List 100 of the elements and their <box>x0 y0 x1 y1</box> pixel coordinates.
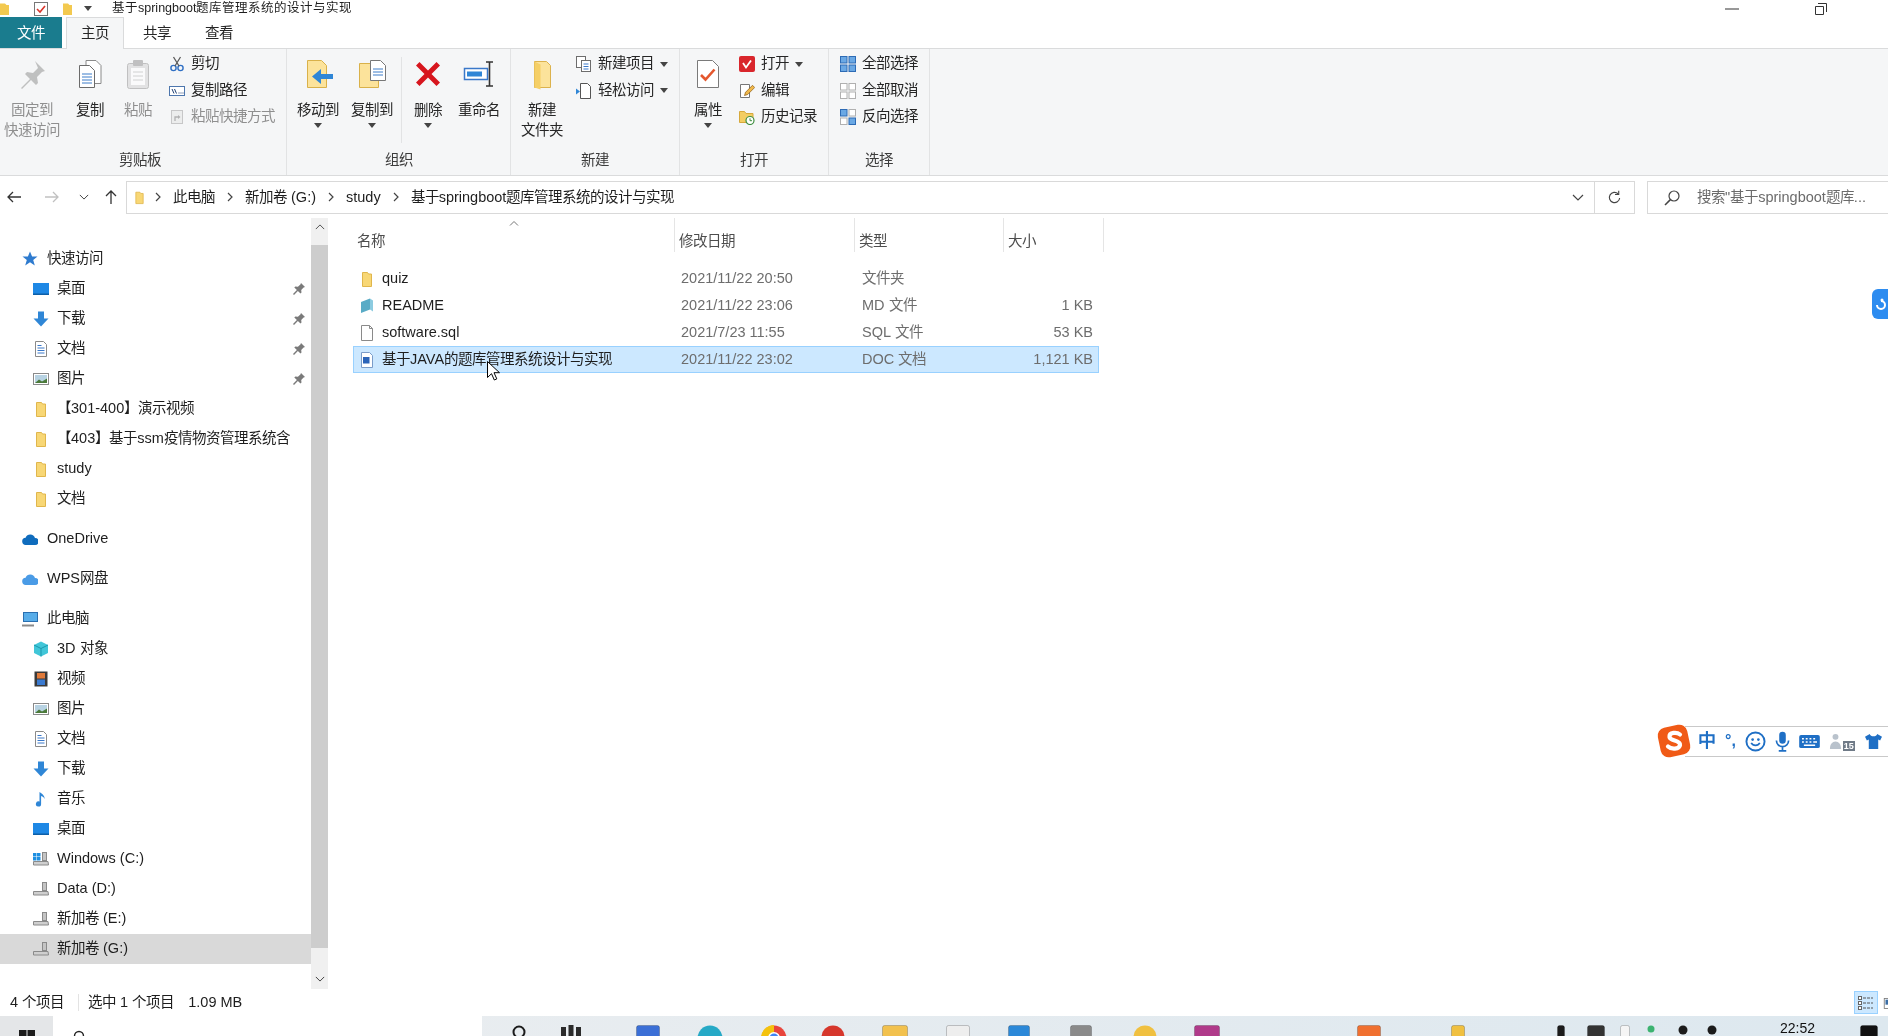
document-icon <box>359 324 375 341</box>
taskbar-app-icon[interactable] <box>761 1025 787 1036</box>
search-field[interactable]: 搜索"基于springboot题库... <box>1647 180 1888 214</box>
tray-icon[interactable] <box>1707 1025 1717 1036</box>
easy-access-button[interactable]: 轻松访问 <box>571 77 673 104</box>
file-row[interactable]: 基于JAVA的题库管理系统设计与实现 2021/11/22 23:02 DOC 文档 1,121 KB <box>353 346 1099 373</box>
taskbar-app-icon[interactable] <box>636 1025 660 1036</box>
edit-button[interactable]: 编辑 <box>734 77 822 104</box>
sidebar-item[interactable]: 图片 <box>0 364 311 394</box>
sidebar-item[interactable]: 快速访问 <box>0 244 311 274</box>
window-title: 基于springboot题库管理系统的设计与实现 <box>112 0 353 17</box>
start-button[interactable] <box>0 1016 53 1036</box>
refresh-button[interactable] <box>1595 180 1635 214</box>
sidebar-item[interactable]: 桌面 <box>0 814 311 844</box>
cut-button[interactable]: 剪切 <box>164 51 280 78</box>
copy-path-button[interactable]: 复制路径 <box>164 77 280 104</box>
folder-icon <box>133 189 146 205</box>
picture-icon <box>33 371 49 387</box>
sidebar-item[interactable]: 文档 <box>0 484 311 514</box>
drive-icon <box>33 881 49 897</box>
sidebar-item[interactable]: 【403】基于ssm疫情物资管理系统含 <box>0 424 311 454</box>
select-all-button[interactable]: 全部选择 <box>835 51 923 78</box>
minimize-icon[interactable] <box>1725 7 1739 10</box>
properties-button[interactable]: 属性 <box>686 50 730 147</box>
restore-icon[interactable] <box>1815 2 1827 15</box>
file-row[interactable]: README 2021/11/22 23:06 MD 文件 1 KB <box>353 292 1099 319</box>
new-folder-button[interactable]: 新建 文件夹 <box>517 50 567 147</box>
file-row[interactable]: quiz 2021/11/22 20:50 文件夹 <box>353 265 1099 292</box>
notebook-icon <box>359 297 375 314</box>
taskbar-app-icon[interactable] <box>697 1025 723 1036</box>
ribbon-tab[interactable]: 主页 <box>66 17 124 49</box>
computer-icon <box>22 611 38 627</box>
open-button[interactable]: 打开 <box>734 51 822 78</box>
history-button[interactable]: 历史记录 <box>734 104 822 131</box>
sidebar-item[interactable]: 新加卷 (G:) <box>0 934 311 964</box>
sidebar-item[interactable]: 此电脑 <box>0 604 311 634</box>
sidebar-item[interactable]: 桌面 <box>0 274 311 304</box>
sidebar-item[interactable]: 下载 <box>0 754 311 784</box>
taskbar-app-icon[interactable] <box>1008 1025 1030 1036</box>
input-mode-toggle[interactable]: 中 <box>1698 730 1716 752</box>
sidebar-item[interactable]: WPS网盘 <box>0 564 311 594</box>
copy-button[interactable]: 复制 <box>68 50 112 147</box>
clock[interactable]: 22:52 <box>1780 1016 1816 1036</box>
breadcrumb-item[interactable]: 新加卷 (G:) <box>242 187 319 207</box>
column-header[interactable]: 名称 <box>353 218 675 252</box>
file-row[interactable]: software.sql 2021/7/23 11:55 SQL 文件 53 KB <box>353 319 1099 346</box>
select-none-button[interactable]: 全部取消 <box>835 77 923 104</box>
sidebar-item[interactable]: Windows (C:) <box>0 844 311 874</box>
sidebar-item[interactable]: 3D 对象 <box>0 634 311 664</box>
selection-count: 选中 1 个项目 <box>88 992 175 1012</box>
invert-selection-button[interactable]: 反向选择 <box>835 104 923 131</box>
move-to-button[interactable]: 移动到 <box>293 50 343 147</box>
column-header[interactable]: 大小 <box>1004 218 1104 252</box>
checkbox-icon[interactable] <box>34 1 48 16</box>
sidebar-item[interactable]: 文档 <box>0 334 311 364</box>
tray-icon[interactable] <box>1587 1025 1605 1036</box>
caret-icon[interactable] <box>84 6 92 11</box>
delete-button[interactable]: 删除 <box>406 50 450 147</box>
column-header[interactable]: 修改日期 <box>675 218 855 252</box>
column-header[interactable]: 类型 <box>855 218 1004 252</box>
taskbar-app-icon[interactable] <box>1194 1025 1220 1036</box>
sidebar-item[interactable]: OneDrive <box>0 524 311 554</box>
copy-to-button[interactable]: 复制到 <box>347 50 397 147</box>
new-item-button[interactable]: 新建项目 <box>571 51 673 78</box>
sidebar-item[interactable]: 文档 <box>0 724 311 754</box>
ribbon-tab[interactable]: 共享 <box>128 17 186 49</box>
modified-date: 2021/11/22 23:06 <box>681 296 793 313</box>
breadcrumb-item[interactable]: 此电脑 <box>170 187 218 207</box>
file-menu-tab[interactable]: 文件 <box>0 17 62 48</box>
address-bar[interactable]: 此电脑 新加卷 (G:) study 基于springboot题库管理系统的设计与实现 <box>126 180 1595 214</box>
shirt-icon[interactable] <box>1863 732 1883 750</box>
file-size: 1,121 KB <box>1033 350 1093 367</box>
details-view-button[interactable] <box>1854 991 1878 1014</box>
keyboard-icon[interactable] <box>1798 733 1820 749</box>
sidebar-item[interactable]: 图片 <box>0 694 311 724</box>
rename-button[interactable]: 重命名 <box>454 50 504 147</box>
breadcrumb-item[interactable]: study <box>343 187 384 207</box>
smiley-icon[interactable] <box>1744 730 1766 752</box>
sidebar-item[interactable]: 视频 <box>0 664 311 694</box>
sidebar-item[interactable]: 下载 <box>0 304 311 334</box>
bars-icon[interactable] <box>560 1025 582 1036</box>
microphone-icon[interactable] <box>1774 730 1790 752</box>
tray-icon[interactable] <box>1678 1025 1688 1036</box>
taskbar-app-icon[interactable] <box>821 1025 845 1036</box>
sidebar-item[interactable]: 新加卷 (E:) <box>0 904 311 934</box>
punctuation-toggle[interactable]: °, <box>1725 730 1736 752</box>
side-panel-icon[interactable] <box>1872 289 1888 319</box>
details-view-icon <box>1858 995 1874 1010</box>
ribbon-tab[interactable]: 查看 <box>190 17 248 49</box>
tray-icon[interactable] <box>1860 1025 1879 1036</box>
sidebar-item[interactable]: 【301-400】演示视频 <box>0 394 311 424</box>
tray-icon[interactable] <box>1557 1025 1565 1036</box>
breadcrumb-item[interactable]: 基于springboot题库管理系统的设计与实现 <box>407 187 678 207</box>
folder-icon <box>33 431 49 447</box>
up-arrow-icon <box>103 189 119 205</box>
sidebar-item[interactable]: Data (D:) <box>0 874 311 904</box>
taskbar-search-field[interactable] <box>53 1016 482 1036</box>
file-name: README <box>382 295 445 315</box>
sidebar-item[interactable]: 音乐 <box>0 784 311 814</box>
sidebar-item[interactable]: study <box>0 454 311 484</box>
